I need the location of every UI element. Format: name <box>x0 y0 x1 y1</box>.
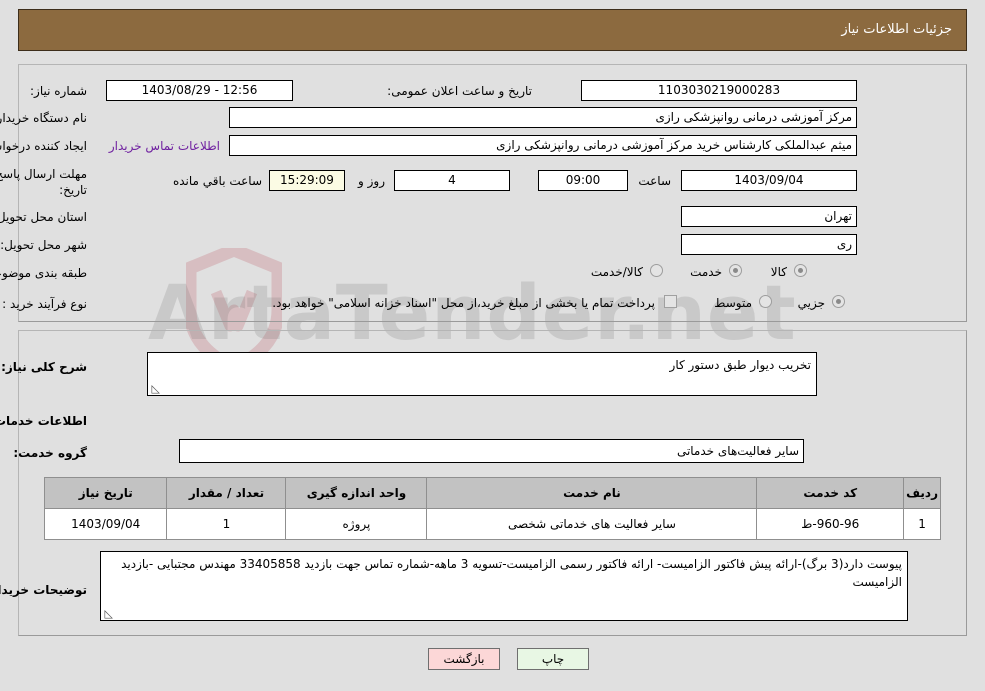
category-option-label-1: خدمت <box>690 265 722 279</box>
deadline-label-line1: مهلت ارسال پاسخ: تا <box>0 167 87 181</box>
category-label: طبقه بندی موضوعی: <box>0 266 87 280</box>
col-header-code: کد خدمت <box>756 477 905 509</box>
public-announce-label: تاریخ و ساعت اعلان عمومی: <box>387 84 532 98</box>
buyer-contact-link[interactable]: اطلاعات تماس خریدار <box>109 139 220 153</box>
services-table: ردیف کد خدمت نام خدمت واحد اندازه گیری ت… <box>43 477 941 540</box>
buyer-notes-value: پیوست دارد(3 برگ)-ارائه پیش فاکتور الزام… <box>121 557 902 589</box>
process-type-label: نوع فرآیند خرید : <box>2 297 87 311</box>
deadline-time-field[interactable]: 09:00 <box>538 170 628 191</box>
print-button[interactable]: چاپ <box>517 648 589 670</box>
requester-label: ایجاد کننده درخواست: <box>0 139 87 153</box>
need-number-label: شماره نیاز: <box>30 84 87 98</box>
buyer-org-field[interactable]: مرکز آموزشی درمانی روانپزشکی رازی <box>229 107 857 128</box>
page-title: جزئیات اطلاعات نیاز <box>841 22 952 37</box>
col-header-unit: واحد اندازه گیری <box>285 477 428 509</box>
category-option-label-2: کالا/خدمت <box>590 265 643 279</box>
process-radio-jozi[interactable] <box>832 295 845 308</box>
col-header-name: نام خدمت <box>426 477 758 509</box>
table-row: 1 960-96-ط سایر فعالیت های خدماتی شخصی پ… <box>43 508 941 540</box>
need-summary-panel <box>18 64 967 322</box>
remaining-clock-label: ساعت باقي مانده <box>172 174 262 188</box>
col-header-qty: تعداد / مقدار <box>166 477 287 509</box>
services-info-heading: اطلاعات خدمات مورد نیاز <box>0 414 87 428</box>
general-desc-textarea[interactable]: تخریب دیوار طبق دستور کار ◺ <box>147 352 817 396</box>
page-header-bar: جزئیات اطلاعات نیاز <box>18 9 967 51</box>
buyer-org-label: نام دستگاه خریدار: <box>0 111 87 125</box>
table-header-row: ردیف کد خدمت نام خدمت واحد اندازه گیری ت… <box>43 477 941 509</box>
need-number-field[interactable]: 1103030219000283 <box>581 80 857 101</box>
cell-qty: 1 <box>166 508 287 540</box>
deadline-date-field[interactable]: 1403/09/04 <box>681 170 857 191</box>
public-announce-field[interactable]: 1403/08/29 - 12:56 <box>106 80 293 101</box>
service-group-field[interactable]: سایر فعالیت‌های خدماتی <box>179 439 804 463</box>
cell-unit: پروژه <box>285 508 428 540</box>
general-desc-value: تخریب دیوار طبق دستور کار <box>669 358 811 372</box>
back-button[interactable]: بازگشت <box>428 648 500 670</box>
remaining-days-field[interactable]: 4 <box>394 170 510 191</box>
remaining-clock-field[interactable]: 15:29:09 <box>269 170 345 191</box>
city-label: شهر محل تحویل: <box>0 238 87 252</box>
buyer-notes-label: توضیحات خریدار: <box>0 583 87 597</box>
process-radio-motevaset[interactable] <box>759 295 772 308</box>
cell-row: 1 <box>903 508 941 540</box>
requester-field[interactable]: میثم عبدالملکی کارشناس خرید مرکز آموزشی … <box>229 135 857 156</box>
category-radio-kala-khedmat[interactable] <box>650 264 663 277</box>
col-header-row: ردیف <box>903 477 941 509</box>
category-option-label-0: کالا <box>770 265 787 279</box>
process-option-label-1: متوسط <box>714 296 752 310</box>
cell-date: 1403/09/04 <box>43 508 168 540</box>
process-option-label-0: جزیي <box>797 296 825 310</box>
cell-name: سایر فعالیت های خدماتی شخصی <box>426 508 758 540</box>
deadline-time-label: ساعت <box>638 174 671 188</box>
resize-grip-icon-notes[interactable]: ◺ <box>103 608 113 619</box>
col-header-date: تاریخ نیاز <box>43 477 168 509</box>
category-radio-kala[interactable] <box>794 264 807 277</box>
remaining-days-label: روز و <box>358 174 385 188</box>
category-radio-khedmat[interactable] <box>729 264 742 277</box>
city-field[interactable]: ری <box>681 234 857 255</box>
buyer-notes-textarea[interactable]: پیوست دارد(3 برگ)-ارائه پیش فاکتور الزام… <box>100 551 908 621</box>
general-desc-label: شرح کلی نیاز: <box>1 360 87 374</box>
treasury-note-text: پرداخت تمام یا بخشی از مبلغ خرید،از محل … <box>272 296 655 310</box>
resize-grip-icon[interactable]: ◺ <box>150 383 160 394</box>
deadline-label-line2: تاریخ: <box>59 183 87 197</box>
treasury-bond-checkbox[interactable] <box>664 295 677 308</box>
cell-code: 960-96-ط <box>756 508 905 540</box>
province-field[interactable]: تهران <box>681 206 857 227</box>
province-label: استان محل تحویل: <box>0 210 87 224</box>
service-group-label: گروه خدمت: <box>13 446 87 460</box>
